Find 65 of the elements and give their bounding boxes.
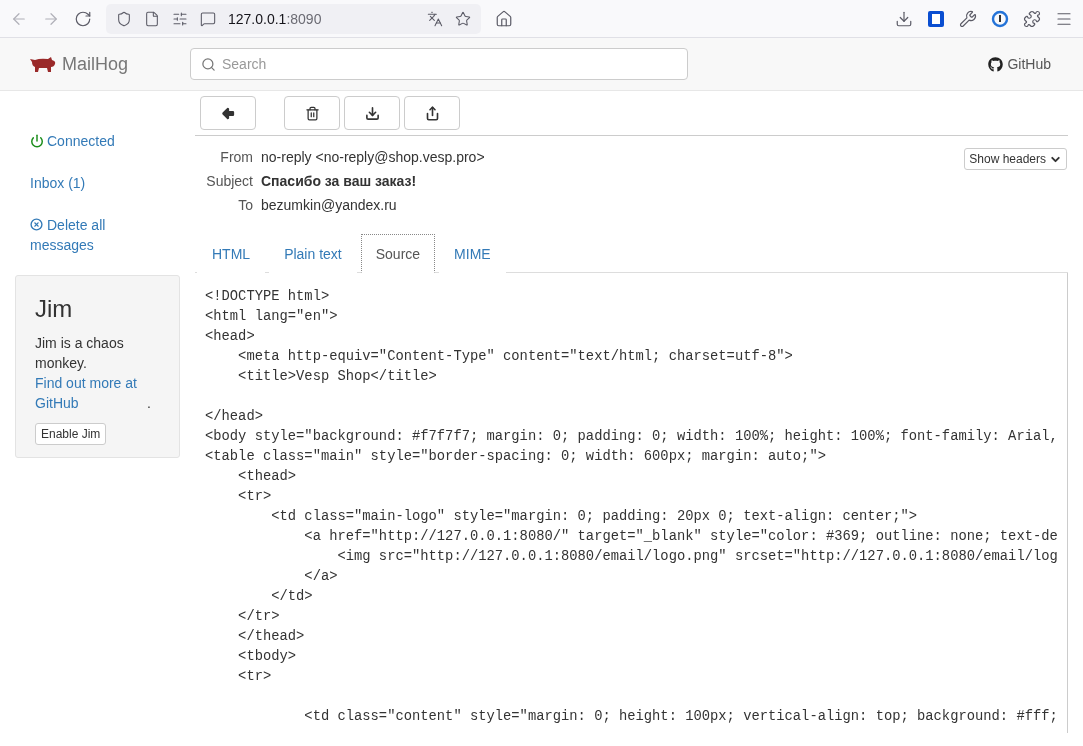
code-line: <img src="http://127.0.0.1:8080/email/logo.png" srcset="http://127.0.0.1:8080/email/log [336, 548, 1057, 566]
wrench-icon[interactable] [959, 9, 977, 28]
power-icon [30, 134, 44, 148]
extension-icon[interactable] [927, 9, 945, 28]
shield-icon[interactable] [116, 10, 132, 27]
delete-button[interactable] [284, 96, 340, 130]
code-line: <html lang="en"> [205, 308, 339, 326]
jim-description: Jim is a chaos monkey. [35, 334, 125, 373]
code-line: <title>Vesp Shop</title> [237, 368, 438, 386]
download-icon[interactable] [895, 9, 913, 28]
code-line: </thead> [237, 628, 306, 646]
show-headers-dropdown[interactable]: Show headers [964, 148, 1067, 170]
permissions-icon[interactable] [172, 10, 188, 27]
github-link[interactable]: GitHub [988, 56, 1051, 72]
back-button[interactable] [200, 96, 256, 130]
share-icon [424, 105, 440, 121]
puzzle-icon[interactable] [1023, 9, 1041, 28]
pig-logo-icon [30, 56, 56, 72]
header-value: Спасибо за ваш заказ! [261, 172, 418, 190]
jim-github-link[interactable]: Find out more at GitHub [35, 373, 147, 413]
code-line: <thead> [237, 468, 298, 486]
code-line: </head> [205, 408, 264, 426]
home-icon[interactable] [494, 9, 513, 28]
password-extension-icon[interactable] [991, 9, 1009, 28]
header-label: From [219, 148, 253, 166]
code-line: </td> [270, 588, 314, 606]
search-icon [201, 56, 216, 72]
code-line: <td class="main-logo" style="margin: 0; padding: 20px 0; text-align: center;"> [270, 508, 919, 526]
translate-icon[interactable] [426, 10, 443, 27]
code-line: <tbody> [237, 648, 298, 666]
code-line: <td class="content" style="margin: 0; height: 100px; vertical-align: top; background: #fff; [303, 708, 1057, 726]
code-line: <table class="main" style="border-spacing: 0; width: 600px; margin: auto;"> [205, 448, 827, 466]
header-value: no-reply <no-reply@shop.vesp.pro> [261, 148, 486, 166]
bookmark-star-icon[interactable] [454, 10, 471, 27]
download-button[interactable] [344, 96, 400, 130]
view-tab[interactable]: Source [360, 234, 436, 273]
code-line: </a> [303, 568, 339, 586]
code-line: <a href="http://127.0.0.1:8080/" target="_blank" style="color: #369; outline: none; text-de [303, 528, 1057, 546]
back-arrow-icon [220, 105, 236, 121]
delete-icon [30, 218, 43, 231]
release-button[interactable] [404, 96, 460, 130]
reload-icon[interactable] [74, 9, 92, 28]
code-line: <tr> [237, 668, 273, 686]
code-line: <body style="background: #f7f7f7; margin: 0; padding: 0; width: 100%; height: 100%; font-family: Arial, [205, 428, 1057, 446]
code-line: <head> [205, 328, 256, 346]
code-line: </tr> [237, 608, 281, 626]
header-value: bezumkin@yandex.ru [261, 196, 398, 214]
code-line: <meta http-equiv="Content-Type" content="text/html; charset=utf-8"> [237, 348, 794, 366]
header-label: Subject [205, 172, 253, 190]
github-icon [988, 56, 1004, 72]
enable-jim-button[interactable]: Enable Jim [35, 423, 107, 445]
jim-title: Jim [35, 295, 74, 323]
search-field[interactable]: Search [190, 48, 688, 80]
page-icon[interactable] [144, 10, 160, 27]
delete-all-link[interactable]: Delete all messages [15, 215, 180, 255]
mailhog-brand[interactable]: MailHog [30, 53, 190, 75]
inbox-link[interactable]: Inbox (1) [15, 173, 180, 193]
header-label: To [237, 196, 253, 214]
period-text: . [147, 395, 151, 411]
message-icon[interactable] [200, 10, 216, 27]
code-line: <!DOCTYPE html> [205, 288, 331, 306]
code-line: <tr> [237, 488, 273, 506]
trash-icon [304, 105, 320, 121]
download-icon [364, 105, 380, 121]
connection-status[interactable]: Connected [15, 131, 180, 151]
